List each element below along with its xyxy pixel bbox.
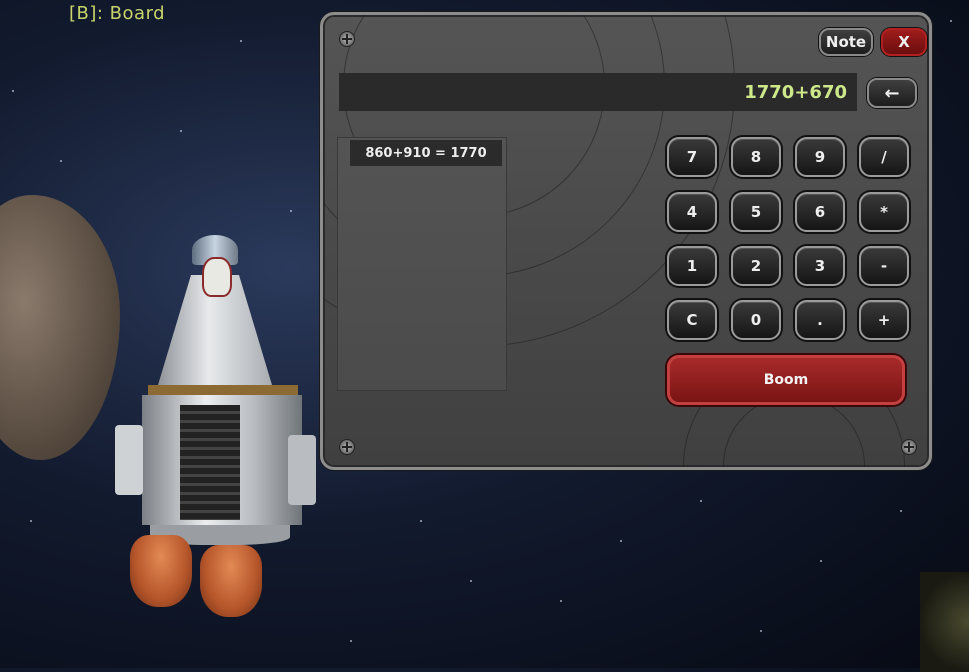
key-3[interactable]: 3 — [795, 246, 845, 286]
boom-button[interactable]: Boom — [667, 355, 905, 405]
key-4[interactable]: 4 — [667, 192, 717, 232]
capsule-tank-right — [288, 435, 316, 505]
engine-nozzle — [130, 535, 192, 607]
key-0[interactable]: 0 — [731, 300, 781, 340]
close-button[interactable]: X — [881, 28, 927, 56]
history-panel: 860+910 = 1770 — [337, 137, 507, 391]
key-divide[interactable]: / — [859, 137, 909, 177]
screw-icon — [339, 31, 355, 47]
key-8[interactable]: 8 — [731, 137, 781, 177]
back-arrow-icon: ← — [884, 82, 900, 104]
calculator-window[interactable]: Note X 1770+670 ← 860+910 = 1770 7 8 9 /… — [320, 12, 932, 470]
engine-nozzle — [200, 545, 262, 617]
display-value: 1770+670 — [744, 81, 847, 103]
board-hint-text: [B]: Board — [69, 3, 166, 24]
key-9[interactable]: 9 — [795, 137, 845, 177]
key-7[interactable]: 7 — [667, 137, 717, 177]
capsule-vessel — [110, 235, 320, 625]
backspace-button[interactable]: ← — [867, 78, 917, 108]
key-2[interactable]: 2 — [731, 246, 781, 286]
note-button[interactable]: Note — [819, 28, 873, 56]
kerbal-figure — [202, 257, 232, 297]
corner-object — [920, 572, 969, 672]
key-5[interactable]: 5 — [731, 192, 781, 232]
capsule-band — [148, 385, 298, 395]
key-multiply[interactable]: * — [859, 192, 909, 232]
calculator-display: 1770+670 — [339, 73, 857, 111]
key-plus[interactable]: + — [859, 300, 909, 340]
screw-icon — [901, 439, 917, 455]
key-1[interactable]: 1 — [667, 246, 717, 286]
key-minus[interactable]: - — [859, 246, 909, 286]
screw-icon — [339, 439, 355, 455]
key-clear[interactable]: C — [667, 300, 717, 340]
capsule-tank-left — [115, 425, 143, 495]
history-item: 860+910 = 1770 — [350, 140, 502, 166]
key-6[interactable]: 6 — [795, 192, 845, 232]
capsule-grill — [180, 405, 240, 520]
key-decimal[interactable]: . — [795, 300, 845, 340]
